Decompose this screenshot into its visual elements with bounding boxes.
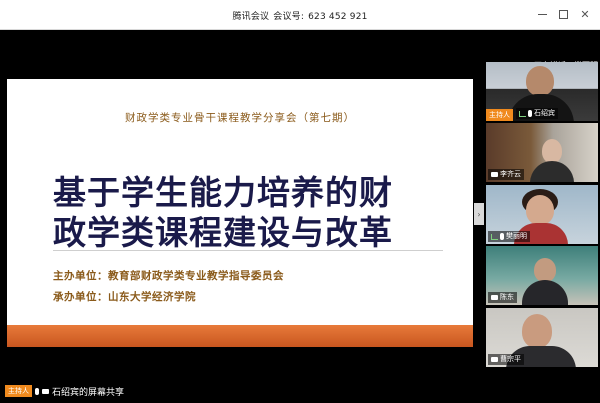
participant-name-bar: 樊丽明	[488, 231, 530, 242]
participant-body	[530, 161, 574, 182]
participant-video	[542, 139, 562, 163]
camera-icon	[491, 357, 498, 362]
signal-icon	[519, 110, 526, 117]
participant-name: 李齐云	[500, 170, 521, 178]
video-tile[interactable]: 曹宗平	[486, 308, 598, 367]
participant-video	[526, 66, 554, 96]
video-tile-host[interactable]: 主持人 石绍宾	[486, 62, 598, 121]
slide-divider	[53, 250, 443, 251]
window-title: 腾讯会议 会议号: 623 452 921	[0, 9, 600, 22]
maximize-icon	[558, 9, 568, 19]
maximize-button[interactable]	[555, 6, 571, 22]
minimize-button[interactable]	[534, 6, 550, 22]
participant-name: 石绍宾	[534, 109, 555, 117]
participant-name-bar: 李齐云	[488, 169, 524, 180]
slide-subtitle: 财政学类专业骨干课程教学分享会（第七期）	[125, 112, 355, 124]
participant-video	[526, 195, 554, 225]
camera-icon	[491, 295, 498, 300]
microphone-icon	[528, 110, 532, 117]
host-badge: 主持人	[5, 385, 32, 397]
participant-name-bar: 陈东	[488, 292, 517, 303]
microphone-icon	[35, 387, 39, 395]
app-name: 腾讯会议	[232, 12, 270, 22]
video-tile[interactable]: 陈东	[486, 246, 598, 305]
chevron-right-icon: ›	[477, 209, 481, 219]
participant-video	[534, 258, 556, 282]
slide-title: 基于学生能力培养的财 政学类课程建设与改革	[53, 173, 453, 253]
slide-title-line2: 政学类课程建设与改革	[53, 213, 393, 252]
collapse-video-panel-button[interactable]: ›	[474, 203, 484, 225]
meeting-id-label: 会议号:	[273, 12, 305, 22]
meeting-id: 623 452 921	[308, 12, 368, 22]
close-icon: ✕	[580, 7, 590, 21]
video-tile[interactable]: 樊丽明	[486, 185, 598, 244]
microphone-icon	[500, 233, 504, 240]
participant-video	[522, 314, 552, 348]
meeting-window: 腾讯会议 会议号: 623 452 921 ✕ 财政学类专业骨干课程教学分享会（第七…	[0, 0, 600, 403]
participant-name: 曹宗平	[500, 355, 521, 363]
shared-screen-slide: 财政学类专业骨干课程教学分享会（第七期） 基于学生能力培养的财 政学类课程建设与…	[7, 79, 473, 347]
slide-organizer: 主办单位：教育部财政学类专业教学指导委员会	[53, 270, 284, 282]
close-button[interactable]: ✕	[577, 6, 593, 22]
slide-title-line1: 基于学生能力培养的财	[53, 173, 393, 212]
participant-name: 樊丽明	[506, 232, 527, 240]
video-tile[interactable]: 李齐云	[486, 123, 598, 182]
signal-icon	[491, 233, 498, 240]
screen-share-label: 石绍宾的屏幕共享	[52, 387, 125, 398]
participant-body	[522, 280, 568, 305]
slide-footer-band	[7, 325, 473, 347]
participant-name-bar: 曹宗平	[488, 354, 524, 365]
participant-name-bar: 石绍宾	[516, 108, 558, 119]
camera-icon	[42, 388, 49, 394]
camera-icon	[491, 172, 498, 177]
minimize-icon	[537, 13, 547, 15]
slide-host-org: 承办单位：山东大学经济学院	[53, 291, 196, 303]
participant-name: 陈东	[500, 293, 514, 301]
host-badge: 主持人	[486, 109, 513, 121]
title-bar: 腾讯会议 会议号: 623 452 921 ✕	[0, 0, 600, 30]
screen-share-indicator: 主持人 石绍宾的屏幕共享	[5, 383, 124, 399]
